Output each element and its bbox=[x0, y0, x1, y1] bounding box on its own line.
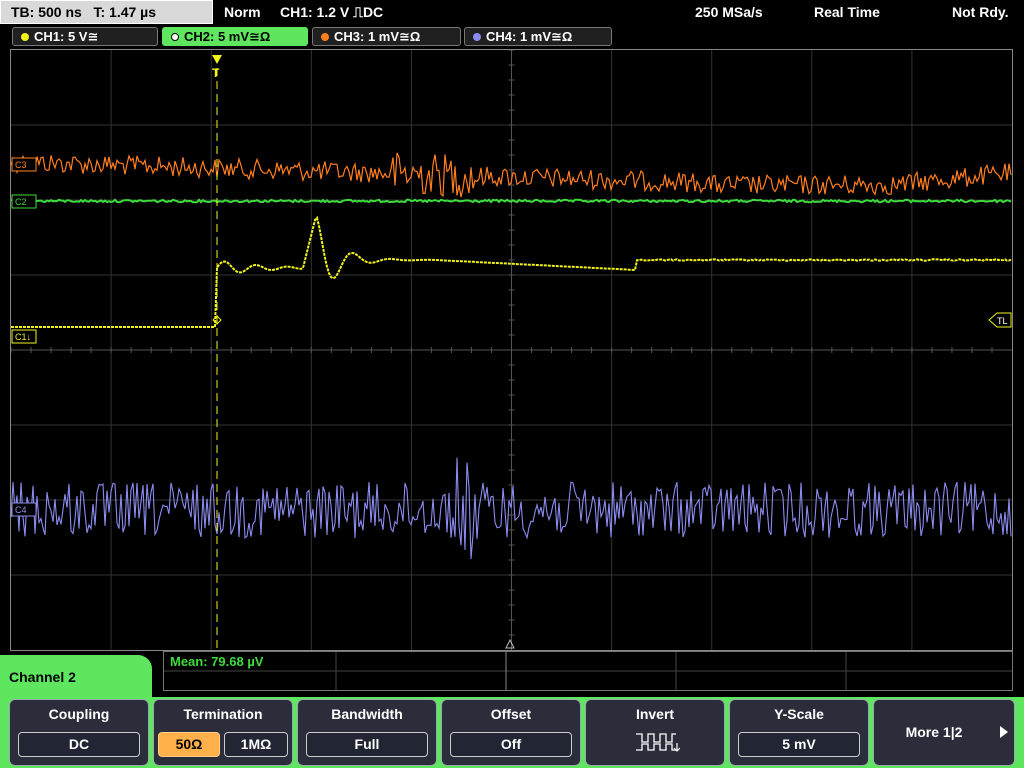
trigger-mode[interactable]: Norm bbox=[224, 0, 261, 24]
horizontal-position-marker[interactable] bbox=[505, 638, 515, 649]
measurement-grid bbox=[164, 652, 1012, 690]
yscale-value: 5 mV bbox=[738, 732, 860, 757]
waveform-canvas: T C3 C2 C1↓ C4 TL bbox=[11, 50, 1012, 650]
channel-1-marker-text: C1↓ bbox=[15, 332, 31, 342]
channel-menu-title: Channel 2 bbox=[9, 669, 76, 685]
channel-3-marker-text: C3 bbox=[15, 160, 27, 170]
channel-1-text: CH1: 5 V≅ bbox=[34, 29, 99, 44]
channel-2-label[interactable]: CH2: 5 mV≅Ω bbox=[162, 27, 308, 46]
measurement-panel: Mean: 79.68 µV bbox=[163, 651, 1013, 691]
bandwidth-value: Full bbox=[306, 732, 428, 757]
channel-3-color-dot bbox=[321, 32, 329, 41]
offset-title: Offset bbox=[490, 706, 532, 722]
trigger-level-text: TL bbox=[997, 316, 1008, 326]
termination-50ohm-option[interactable]: 50Ω bbox=[158, 732, 220, 757]
channel-1-level-marker[interactable]: C1↓ bbox=[11, 329, 37, 344]
termination-1mohm-option[interactable]: 1MΩ bbox=[224, 732, 288, 757]
grid bbox=[11, 50, 1012, 650]
channel-4-marker-text: C4 bbox=[15, 505, 27, 515]
timebase-value: TB: 500 ns bbox=[11, 4, 82, 20]
mean-measurement: Mean: 79.68 µV bbox=[170, 654, 264, 669]
acquisition-mode: Real Time bbox=[814, 4, 880, 20]
channel-2-marker-text: C2 bbox=[15, 197, 27, 207]
arrow-right-icon bbox=[1000, 726, 1008, 738]
coupling-softkey[interactable]: Coupling DC bbox=[9, 699, 149, 766]
channel-4-level-marker[interactable]: C4 bbox=[11, 502, 37, 517]
coupling-value: DC bbox=[18, 732, 140, 757]
channel-4-color-dot bbox=[473, 32, 481, 41]
channel-menu-tab[interactable]: Channel 2 bbox=[0, 655, 152, 700]
termination-softkey[interactable]: Termination 50Ω 1MΩ bbox=[153, 699, 293, 766]
channel-3-label[interactable]: CH3: 1 mV≅Ω bbox=[312, 27, 461, 46]
trigger-position-label: T bbox=[212, 66, 220, 80]
trigger-time-value: T: 1.47 µs bbox=[93, 4, 157, 20]
coupling-title: Coupling bbox=[48, 706, 110, 722]
channel-2-level-marker[interactable]: C2 bbox=[11, 194, 37, 209]
more-softkey[interactable]: More 1|2 bbox=[873, 699, 1015, 766]
invert-title: Invert bbox=[635, 706, 675, 722]
sample-rate: 250 MSa/s bbox=[695, 4, 763, 20]
inverted-square-wave-icon bbox=[636, 733, 680, 752]
termination-title: Termination bbox=[183, 706, 263, 722]
yscale-softkey[interactable]: Y-Scale 5 mV bbox=[729, 699, 869, 766]
channel-1-label[interactable]: CH1: 5 V≅ bbox=[12, 27, 158, 46]
trigger-position-marker[interactable] bbox=[212, 55, 222, 64]
invert-softkey[interactable]: Invert bbox=[585, 699, 725, 766]
offset-value: Off bbox=[450, 732, 572, 757]
yscale-title: Y-Scale bbox=[774, 706, 824, 722]
more-label: More 1|2 bbox=[905, 724, 963, 740]
waveform-display[interactable]: T C3 C2 C1↓ C4 TL bbox=[10, 49, 1013, 651]
channel-4-label[interactable]: CH4: 1 mV≅Ω bbox=[464, 27, 612, 46]
bandwidth-softkey[interactable]: Bandwidth Full bbox=[297, 699, 437, 766]
acquisition-status: Not Rdy. bbox=[952, 4, 1009, 20]
channel-3-level-marker[interactable]: C3 bbox=[11, 157, 37, 172]
bandwidth-title: Bandwidth bbox=[331, 706, 403, 722]
channel-2-color-dot bbox=[171, 32, 179, 41]
timebase-box[interactable]: TB: 500 ns T: 1.47 µs bbox=[0, 0, 213, 24]
channel-2-text: CH2: 5 mV≅Ω bbox=[184, 29, 271, 44]
channel-3-text: CH3: 1 mV≅Ω bbox=[334, 29, 421, 44]
channel-4-text: CH4: 1 mV≅Ω bbox=[486, 29, 573, 44]
offset-softkey[interactable]: Offset Off bbox=[441, 699, 581, 766]
channel-1-color-dot bbox=[21, 32, 29, 41]
trigger-source[interactable]: CH1: 1.2 V ⎍DC bbox=[280, 0, 383, 24]
trigger-level-marker[interactable]: TL bbox=[988, 312, 1012, 328]
